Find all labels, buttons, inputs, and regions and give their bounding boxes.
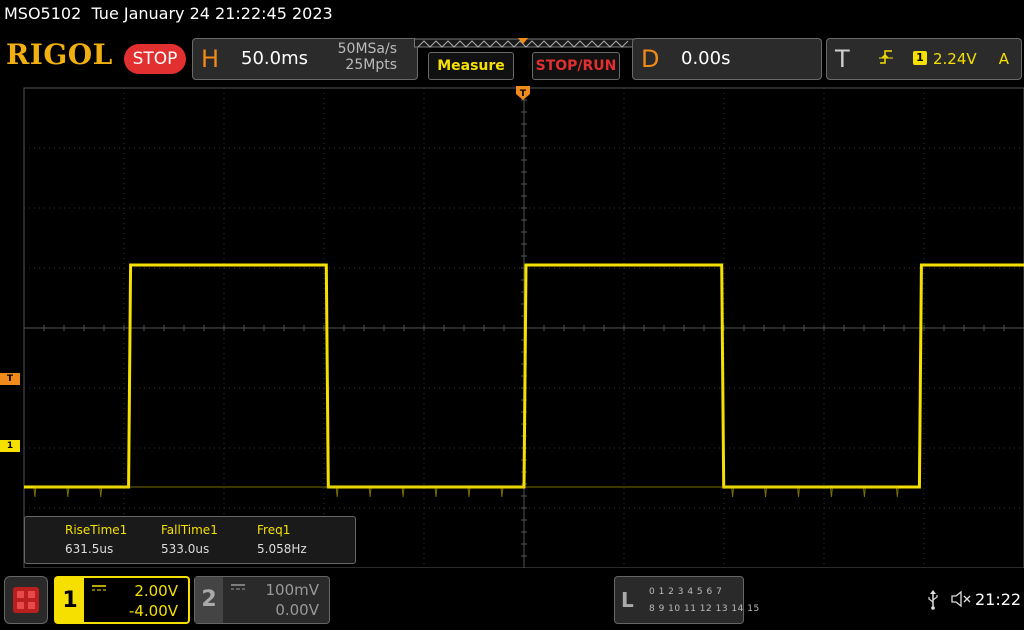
- svg-text:T: T: [520, 89, 527, 99]
- measurement-panel: RiseTime1 631.5us FallTime1 533.0us Freq…: [24, 516, 356, 564]
- measurement-item: RiseTime1 631.5us: [65, 523, 127, 556]
- clock: 21:22: [975, 590, 1022, 609]
- logic-letter: L: [621, 588, 634, 612]
- trigger-level-marker[interactable]: T: [0, 373, 20, 385]
- trigger-source-badge: 1: [913, 51, 927, 65]
- measurement-item: Freq1 5.058Hz: [257, 523, 307, 556]
- channel1-panel[interactable]: 1 2.00V -4.00V: [54, 576, 190, 624]
- sample-rate: 50MSa/s: [337, 41, 397, 57]
- measurement-value: 533.0us: [161, 542, 210, 556]
- delay-value: 0.00s: [681, 48, 731, 69]
- delay-panel[interactable]: D 0.00s: [632, 38, 822, 80]
- channel2-scale: 100mV: [265, 581, 319, 599]
- measurement-name: FallTime1: [161, 523, 218, 537]
- measure-button[interactable]: Measure: [428, 52, 514, 80]
- stop-run-button[interactable]: STOP/RUN: [532, 52, 620, 80]
- waveform-display[interactable]: T: [0, 84, 1024, 568]
- dc-coupling-icon: [231, 584, 245, 590]
- trigger-mode: A: [998, 50, 1009, 68]
- channel2-number: 2: [195, 577, 223, 623]
- measurement-item: FallTime1 533.0us: [161, 523, 218, 556]
- trigger-panel[interactable]: T 1 2.24V A: [826, 38, 1022, 80]
- measurement-value: 5.058Hz: [257, 542, 307, 556]
- speaker-mute-icon[interactable]: [950, 590, 972, 608]
- trigger-position-marker: T: [516, 86, 530, 100]
- measurement-value: 631.5us: [65, 542, 114, 556]
- delay-letter: D: [641, 45, 660, 73]
- channel2-offset: 0.00V: [275, 601, 319, 619]
- trigger-letter: T: [835, 45, 850, 73]
- measurement-name: Freq1: [257, 523, 291, 537]
- rising-edge-icon: [879, 50, 893, 64]
- logic-channels-row1: 0 1 2 3 4 5 6 7: [649, 587, 723, 597]
- channel1-offset-marker[interactable]: 1: [0, 440, 20, 452]
- channel1-offset: -4.00V: [128, 602, 178, 620]
- logic-analyzer-panel[interactable]: L 0 1 2 3 4 5 6 7 8 9 10 11 12 13 14 15: [614, 576, 759, 624]
- rigol-logo: RIGOL: [6, 38, 113, 71]
- dc-coupling-icon: [92, 585, 106, 591]
- status-line: MSO5102 Tue January 24 21:22:45 2023: [4, 4, 333, 23]
- timebase-value: 50.0ms: [241, 48, 308, 69]
- memory-depth: 25Mpts: [345, 57, 397, 73]
- measurement-name: RiseTime1: [65, 523, 128, 537]
- trigger-position-bar: [414, 38, 634, 48]
- channel2-panel[interactable]: 2 100mV 0.00V: [194, 576, 330, 624]
- model-name: MSO5102: [4, 4, 82, 23]
- channel1-number: 1: [56, 578, 84, 622]
- logic-channels-row2: 8 9 10 11 12 13 14 15: [649, 604, 760, 614]
- trigger-level: 2.24V: [933, 50, 977, 68]
- channel1-scale: 2.00V: [134, 582, 178, 600]
- grid-menu-icon: [13, 587, 39, 613]
- date-time: Tue January 24 21:22:45 2023: [91, 4, 333, 23]
- usb-icon: [928, 590, 938, 610]
- horizontal-panel[interactable]: H 50.0ms 50MSa/s 25Mpts: [192, 38, 418, 80]
- main-menu-button[interactable]: [4, 576, 48, 624]
- horizontal-letter: H: [201, 45, 220, 73]
- run-state-badge[interactable]: STOP: [124, 44, 186, 74]
